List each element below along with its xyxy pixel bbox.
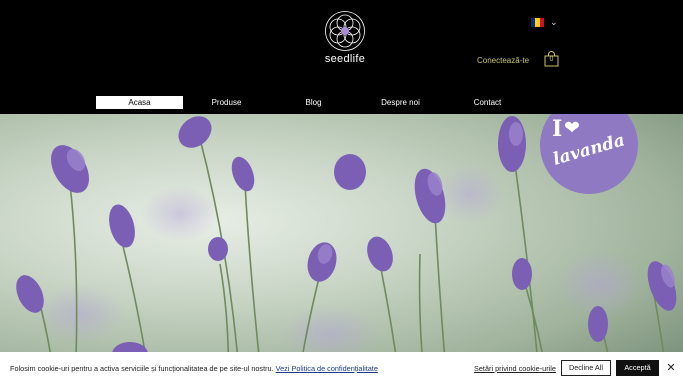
cookie-message-text: Folosim cookie-uri pentru a activa servi… — [10, 364, 274, 373]
accept-button[interactable]: Acceptă — [616, 360, 659, 376]
main-nav: Acasa Produse Blog Despre noi Contact — [96, 96, 531, 109]
chevron-down-icon: ⌄ — [550, 17, 558, 27]
cart-count: 0 — [549, 56, 554, 63]
heart-icon: ❤ — [564, 118, 580, 139]
logo-text: seedlife — [324, 53, 366, 65]
page: seedlife ⌄ Conectează-te 0 Acasa Produse… — [0, 0, 683, 384]
nav-item-produse[interactable]: Produse — [183, 96, 270, 109]
nav-item-contact[interactable]: Contact — [444, 96, 531, 109]
login-link[interactable]: Conectează-te — [477, 56, 529, 65]
nav-item-blog[interactable]: Blog — [270, 96, 357, 109]
language-selector[interactable]: ⌄ — [531, 18, 558, 27]
privacy-policy-link[interactable]: Vezi Politica de confidențialitate — [276, 364, 378, 373]
site-header: seedlife ⌄ Conectează-te 0 Acasa Produse… — [0, 0, 683, 114]
close-icon[interactable]: ✕ — [665, 361, 677, 375]
cart-button[interactable]: 0 — [544, 51, 559, 67]
nav-item-despre-noi[interactable]: Despre noi — [357, 96, 444, 109]
cookie-consent-bar: Folosim cookie-uri pentru a activa servi… — [0, 352, 683, 384]
cookie-message: Folosim cookie-uri pentru a activa servi… — [10, 364, 378, 373]
site-logo[interactable]: seedlife — [321, 10, 369, 68]
cookie-settings-link[interactable]: Setări privind cookie-urile — [474, 364, 556, 373]
romania-flag-icon — [531, 18, 544, 27]
flower-of-life-icon — [325, 11, 365, 51]
badge-i-letter: I — [552, 116, 563, 142]
hero-image-lavender: I ❤ lavanda — [0, 114, 683, 384]
nav-item-acasa[interactable]: Acasa — [96, 96, 183, 109]
decline-all-button[interactable]: Decline All — [561, 360, 611, 376]
